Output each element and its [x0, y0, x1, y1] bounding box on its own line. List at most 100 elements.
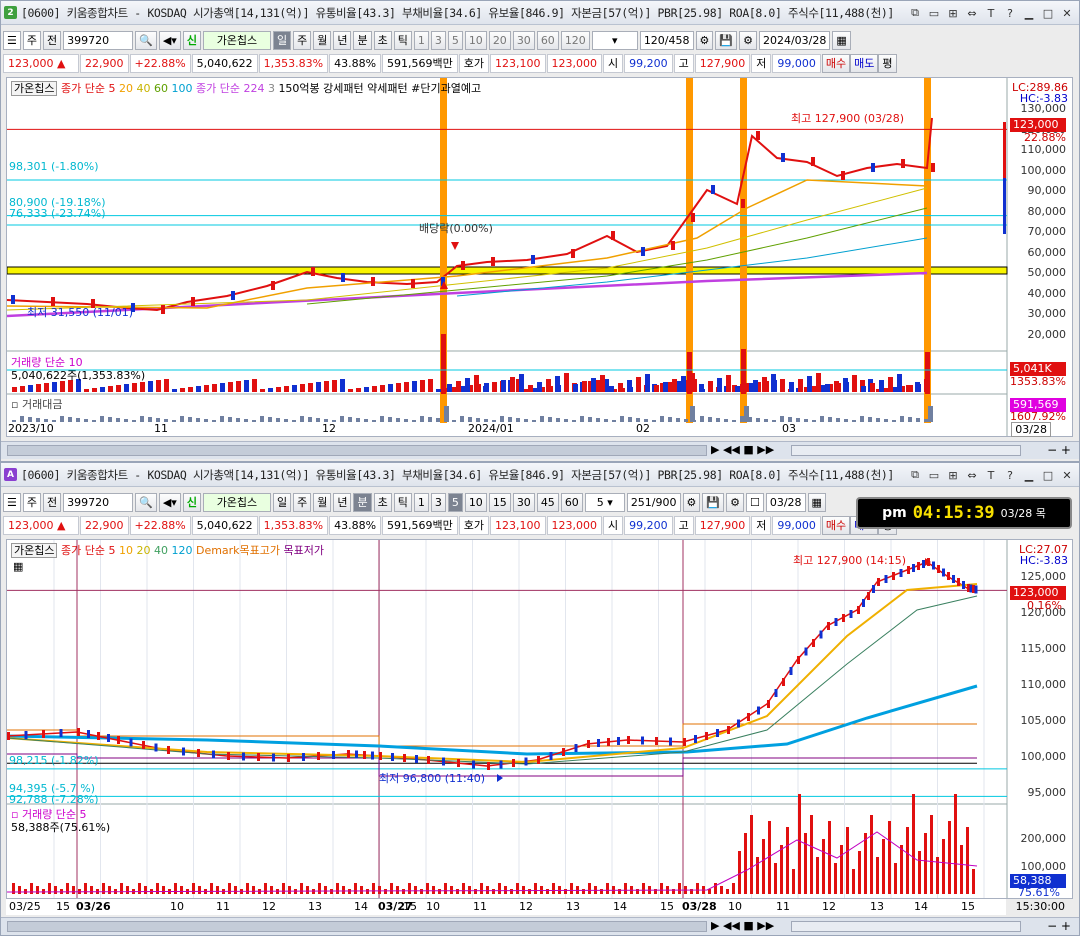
scroll-track[interactable] — [7, 921, 707, 932]
daily-scroll-bar[interactable]: ▶ ◀◀ ■ ▶▶ − + — [1, 441, 1079, 459]
grid-icon[interactable]: ⊞ — [945, 5, 961, 21]
sound-icon[interactable]: ◀▾ — [158, 492, 181, 512]
market-select[interactable]: 주 — [22, 492, 41, 512]
bar-count[interactable]: 120/458 — [639, 30, 694, 50]
market-select[interactable]: 주 — [22, 30, 41, 50]
interval-10[interactable]: 10 — [464, 492, 487, 512]
prev-button[interactable]: 전 — [43, 30, 62, 50]
calendar-icon[interactable]: ▦ — [807, 492, 826, 512]
resize-icon[interactable]: ⇔ — [964, 5, 980, 21]
maximize-icon[interactable]: □ — [1040, 5, 1056, 21]
chart-tools-icon[interactable]: ⚙ — [682, 492, 701, 512]
period-month[interactable]: 월 — [313, 492, 332, 512]
zoom-track[interactable] — [791, 921, 1021, 932]
zoom-buttons[interactable]: − + — [1047, 919, 1071, 933]
daily-chart-svg[interactable] — [7, 78, 1073, 437]
window-title-bar[interactable]: 2 [0600] 키움종합차트 - KOSDAQ 시가총액[14,131(억)]… — [1, 1, 1079, 25]
pin-icon[interactable]: ▭ — [926, 5, 942, 21]
period-minute[interactable]: 분 — [353, 492, 372, 512]
stock-code-input[interactable]: 399720 — [63, 492, 134, 512]
period-second[interactable]: 초 — [373, 30, 392, 50]
intraday-x-axis: 03/25 15 03/26 10 11 12 13 14 15 03/27 10 11 12 13 14 1… — [6, 899, 1006, 915]
interval-60[interactable]: 60 — [560, 492, 583, 512]
zoom-buttons[interactable]: − + — [1047, 443, 1071, 457]
intraday-chart-panel[interactable]: 가온칩스 종가 단순 5 10 20 40 120 Demark목표고가 목표저… — [6, 539, 1073, 899]
interval-10[interactable]: 10 — [464, 30, 487, 50]
stock-name-field[interactable]: 가온칩스 — [202, 30, 271, 50]
interval-3[interactable]: 3 — [430, 30, 446, 50]
buy-button[interactable]: 매수 — [821, 515, 851, 535]
interval-30[interactable]: 30 — [512, 30, 535, 50]
interval-60[interactable]: 60 — [536, 30, 559, 50]
interval-5[interactable]: 5 — [447, 30, 463, 50]
font-icon[interactable]: T — [983, 5, 999, 21]
settings-icon[interactable]: ⚙ — [739, 30, 757, 50]
interval-1[interactable]: 1 — [413, 492, 429, 512]
minimize-icon[interactable]: ▁ — [1021, 5, 1037, 21]
save-icon[interactable]: 💾 — [702, 492, 725, 512]
resize-icon[interactable]: ⇔ — [964, 467, 980, 483]
interval-45[interactable]: 45 — [536, 492, 559, 512]
close-icon[interactable]: ✕ — [1059, 467, 1075, 483]
interval-3[interactable]: 3 — [430, 492, 446, 512]
stock-code-input[interactable]: 399720 — [63, 30, 134, 50]
maximize-icon[interactable]: □ — [1040, 467, 1056, 483]
period-month[interactable]: 월 — [313, 30, 332, 50]
period-tick[interactable]: 틱 — [393, 492, 412, 512]
interval-select[interactable]: ▾ — [591, 30, 638, 50]
zoom-track[interactable] — [791, 445, 1021, 456]
search-icon[interactable]: 🔍 — [135, 30, 157, 50]
menu-icon[interactable]: ☰ — [3, 30, 21, 50]
period-second[interactable]: 초 — [373, 492, 392, 512]
minimize-icon[interactable]: ▁ — [1021, 467, 1037, 483]
avg-button[interactable]: 평 — [878, 53, 897, 73]
sell-button[interactable]: 매도 — [850, 53, 879, 73]
search-icon[interactable]: 🔍 — [135, 492, 157, 512]
date-input[interactable]: 03/28 — [765, 492, 806, 512]
link-icon[interactable]: ⧉ — [907, 5, 923, 21]
interval-1[interactable]: 1 — [413, 30, 429, 50]
period-day[interactable]: 일 — [272, 492, 292, 512]
help-icon[interactable]: ? — [1002, 467, 1018, 483]
y-tick-label: 95,000 — [1027, 786, 1067, 799]
period-week[interactable]: 주 — [293, 30, 312, 50]
calendar-icon[interactable]: ▦ — [832, 30, 851, 50]
period-year[interactable]: 년 — [333, 30, 352, 50]
grid-toggle-icon[interactable]: ▦ — [13, 560, 23, 573]
menu-icon[interactable]: ☰ — [3, 492, 21, 512]
date-checkbox[interactable]: ☐ — [745, 492, 764, 512]
period-year[interactable]: 년 — [333, 492, 352, 512]
prev-button[interactable]: 전 — [43, 492, 62, 512]
close-icon[interactable]: ✕ — [1059, 5, 1075, 21]
date-input[interactable]: 2024/03/28 — [758, 30, 831, 50]
daily-chart-panel[interactable]: 가온칩스 종가 단순 5 20 40 60 100 종가 단순 224 3 15… — [6, 77, 1073, 437]
settings-icon[interactable]: ⚙ — [726, 492, 744, 512]
window-title-bar-2[interactable]: A [0600] 키움종합차트 - KOSDAQ 시가총액[14,131(억)]… — [1, 463, 1079, 487]
intraday-scroll-bar[interactable]: ▶ ◀◀ ■ ▶▶ − + — [1, 917, 1079, 935]
interval-120[interactable]: 120 — [560, 30, 590, 50]
interval-5[interactable]: 5 — [447, 492, 463, 512]
bar-count[interactable]: 251/900 — [626, 492, 681, 512]
grid-icon[interactable]: ⊞ — [945, 467, 961, 483]
intraday-chart-svg[interactable] — [7, 540, 1073, 899]
period-minute[interactable]: 분 — [353, 30, 372, 50]
scroll-controls[interactable]: ▶ ◀◀ ■ ▶▶ — [711, 443, 774, 456]
save-icon[interactable]: 💾 — [715, 30, 738, 50]
buy-button[interactable]: 매수 — [821, 53, 851, 73]
period-week[interactable]: 주 — [293, 492, 312, 512]
interval-15[interactable]: 15 — [488, 492, 511, 512]
pin-icon[interactable]: ▭ — [926, 467, 942, 483]
period-tick[interactable]: 틱 — [393, 30, 412, 50]
font-icon[interactable]: T — [983, 467, 999, 483]
scroll-track[interactable] — [7, 445, 707, 456]
help-icon[interactable]: ? — [1002, 5, 1018, 21]
scroll-controls[interactable]: ▶ ◀◀ ■ ▶▶ — [711, 919, 774, 932]
interval-30[interactable]: 30 — [512, 492, 535, 512]
sound-icon[interactable]: ◀▾ — [158, 30, 181, 50]
period-day[interactable]: 일 — [272, 30, 292, 50]
stock-name-field[interactable]: 가온칩스 — [202, 492, 271, 512]
link-icon[interactable]: ⧉ — [907, 467, 923, 483]
chart-tools-icon[interactable]: ⚙ — [695, 30, 714, 50]
interval-select[interactable]: 5 ▾ — [584, 492, 625, 512]
interval-20[interactable]: 20 — [488, 30, 511, 50]
